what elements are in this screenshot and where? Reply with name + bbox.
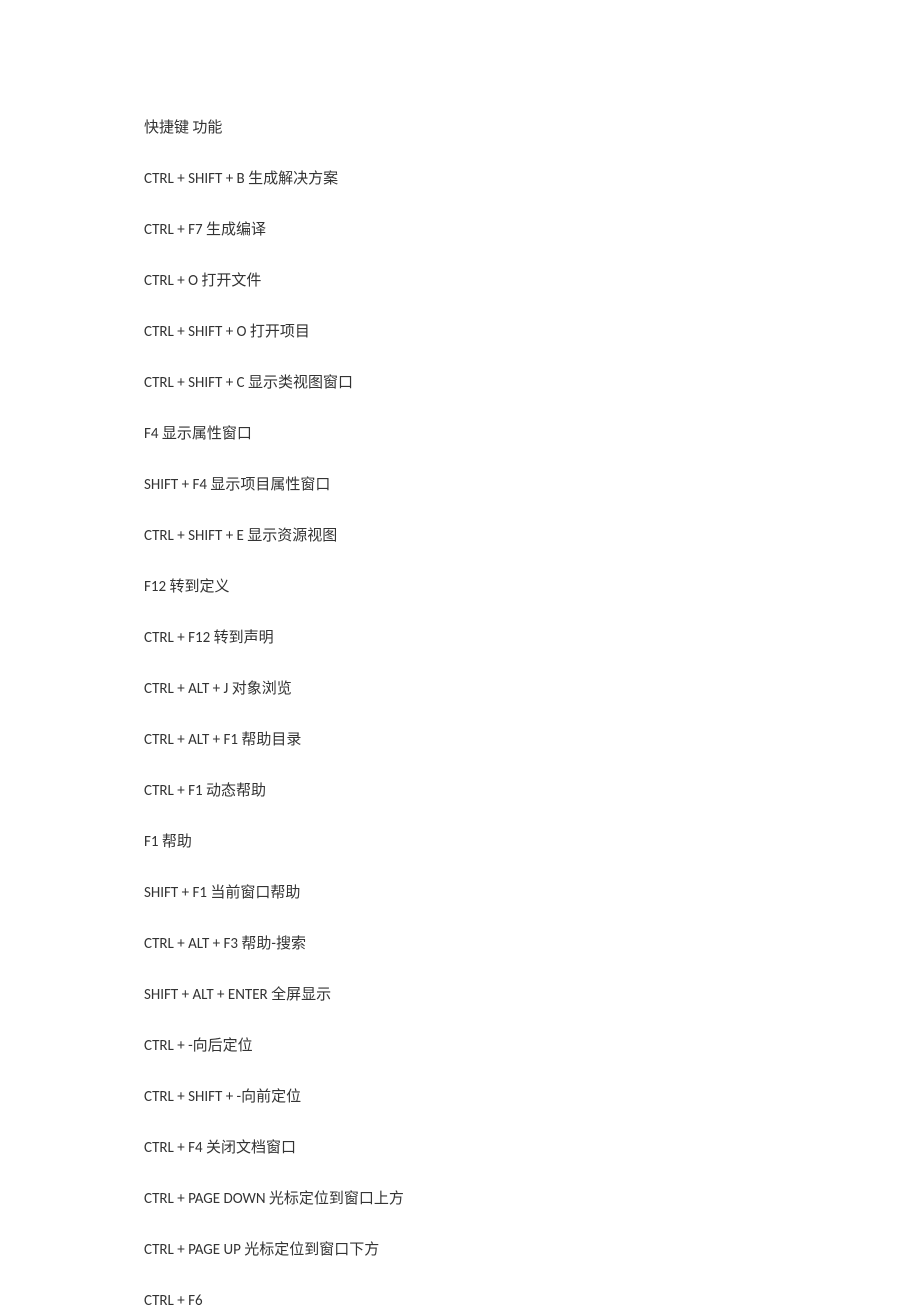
- shortcut-entry: CTRL + SHIFT + -向前定位: [144, 1087, 776, 1108]
- shortcut-entry: CTRL + O 打开文件: [144, 271, 776, 292]
- shortcut-entry: CTRL + PAGE DOWN 光标定位到窗口上方: [144, 1189, 776, 1210]
- shortcut-entry: CTRL + ALT + F1 帮助目录: [144, 730, 776, 751]
- shortcut-entry: CTRL + F7 生成编译: [144, 220, 776, 241]
- shortcut-entry: CTRL + F4 关闭文档窗口: [144, 1138, 776, 1159]
- shortcut-entry: CTRL + PAGE UP 光标定位到窗口下方: [144, 1240, 776, 1261]
- header-line: 快捷键 功能: [144, 118, 776, 139]
- shortcut-entry: F12 转到定义: [144, 577, 776, 598]
- shortcut-entry: CTRL + SHIFT + C 显示类视图窗口: [144, 373, 776, 394]
- shortcut-entry: CTRL + SHIFT + E 显示资源视图: [144, 526, 776, 547]
- shortcut-entry: SHIFT + F1 当前窗口帮助: [144, 883, 776, 904]
- shortcut-entry: CTRL + SHIFT + B 生成解决方案: [144, 169, 776, 190]
- shortcut-entry: CTRL + -向后定位: [144, 1036, 776, 1057]
- shortcut-entry: F1 帮助: [144, 832, 776, 853]
- shortcut-entry: CTRL + ALT + J 对象浏览: [144, 679, 776, 700]
- shortcut-list: CTRL + SHIFT + B 生成解决方案 CTRL + F7 生成编译 CTR…: [144, 169, 776, 1312]
- shortcut-entry: CTRL + F1 动态帮助: [144, 781, 776, 802]
- shortcut-entry: CTRL + F12 转到声明: [144, 628, 776, 649]
- shortcut-entry: CTRL + ALT + F3 帮助-搜索: [144, 934, 776, 955]
- shortcut-entry: SHIFT + ALT + ENTER 全屏显示: [144, 985, 776, 1006]
- shortcut-entry: SHIFT + F4 显示项目属性窗口: [144, 475, 776, 496]
- shortcut-entry: F4 显示属性窗口: [144, 424, 776, 445]
- shortcut-entry: CTRL + SHIFT + O 打开项目: [144, 322, 776, 343]
